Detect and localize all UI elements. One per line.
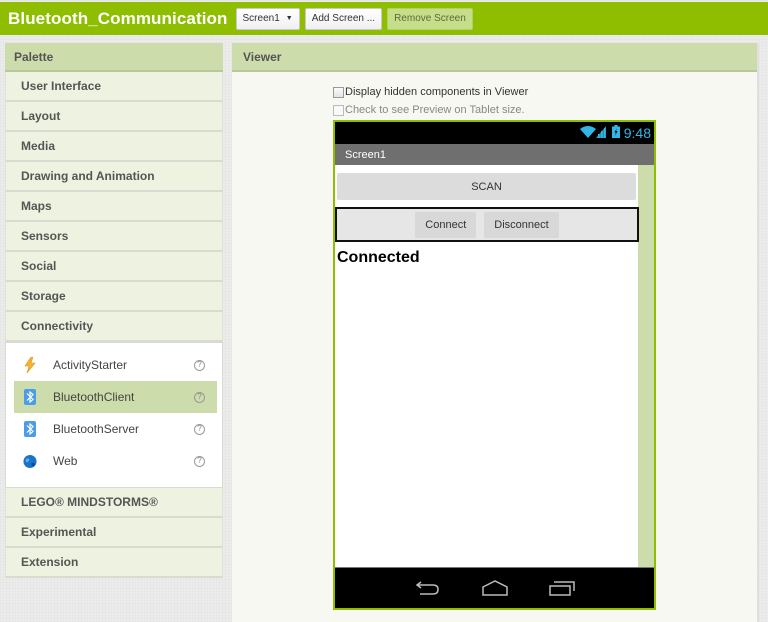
phone-preview: 9:48 Screen1 SCAN Connect Disconnect Con…: [333, 120, 656, 610]
home-icon: [481, 580, 509, 596]
component-label: BluetoothClient: [53, 390, 135, 404]
help-icon[interactable]: ?: [194, 391, 205, 403]
palette-category-maps[interactable]: Maps: [5, 192, 223, 222]
scan-button[interactable]: SCAN: [337, 173, 636, 200]
connection-status-label[interactable]: Connected: [337, 249, 420, 267]
component-bluetoothserver[interactable]: BluetoothServer ?: [14, 413, 217, 445]
lightning-icon: [23, 357, 37, 373]
status-time: 9:48: [623, 125, 651, 141]
help-icon[interactable]: ?: [194, 455, 205, 467]
recent-apps-icon: [548, 580, 575, 596]
palette-category-user-interface[interactable]: User Interface: [5, 72, 223, 102]
palette-panel: Palette User Interface Layout Media Draw…: [5, 43, 223, 578]
viewer-header: Viewer: [232, 43, 757, 72]
display-hidden-checkbox[interactable]: [333, 86, 344, 98]
palette-category-social[interactable]: Social: [5, 252, 223, 282]
palette-category-connectivity[interactable]: Connectivity: [5, 312, 223, 342]
palette-category-lego-mindstorms[interactable]: LEGO® MINDSTORMS®: [5, 488, 223, 518]
bluetooth-icon: [23, 421, 37, 437]
phone-status-bar: 9:48: [335, 122, 654, 144]
tablet-preview-label: Check to see Preview on Tablet size.: [345, 104, 525, 116]
globe-icon: [23, 453, 37, 469]
top-toolbar: Bluetooth_Communication Screen1 ▼ Add Sc…: [0, 2, 768, 35]
screen-title-bar: Screen1: [335, 144, 654, 165]
help-icon[interactable]: ?: [194, 423, 205, 435]
component-web[interactable]: Web ?: [14, 445, 217, 477]
phone-screen: SCAN Connect Disconnect Connected: [335, 165, 654, 567]
palette-category-sensors[interactable]: Sensors: [5, 222, 223, 252]
component-bluetoothclient[interactable]: BluetoothClient ?: [14, 381, 217, 413]
phone-nav-bar: [335, 567, 654, 608]
add-screen-button[interactable]: Add Screen ...: [304, 7, 383, 30]
screen-selector-dropdown[interactable]: Screen1 ▼: [235, 7, 300, 30]
wifi-icon: [579, 125, 596, 141]
signal-icon: [595, 125, 606, 141]
remove-screen-button[interactable]: Remove Screen: [387, 7, 473, 30]
caret-down-icon: ▼: [285, 14, 293, 22]
disconnect-button[interactable]: Disconnect: [484, 211, 559, 238]
tablet-preview-row: Check to see Preview on Tablet size.: [333, 104, 525, 116]
palette-category-layout[interactable]: Layout: [5, 102, 223, 132]
horizontal-arrangement[interactable]: Connect Disconnect: [335, 207, 639, 242]
display-hidden-row: Display hidden components in Viewer: [333, 86, 528, 98]
help-icon[interactable]: ?: [194, 359, 205, 371]
tablet-preview-checkbox[interactable]: [333, 104, 344, 116]
component-label: Web: [53, 454, 78, 468]
palette-category-experimental[interactable]: Experimental: [5, 518, 223, 548]
palette-category-media[interactable]: Media: [5, 132, 223, 162]
bluetooth-icon: [23, 389, 37, 405]
connect-button[interactable]: Connect: [415, 211, 477, 238]
screen-scroll-strip: [638, 165, 654, 567]
connectivity-component-list: ActivityStarter ? BluetoothClient ? Blue…: [5, 342, 223, 488]
battery-icon: [611, 125, 620, 141]
component-activitystarter[interactable]: ActivityStarter ?: [14, 349, 217, 381]
component-label: ActivityStarter: [53, 358, 128, 372]
component-label: BluetoothServer: [53, 422, 140, 436]
back-icon: [415, 580, 441, 596]
palette-category-extension[interactable]: Extension: [5, 548, 223, 578]
display-hidden-label: Display hidden components in Viewer: [345, 86, 529, 98]
screen-selector-label: Screen1: [242, 12, 280, 24]
viewer-panel: Viewer Display hidden components in View…: [232, 43, 759, 622]
palette-header: Palette: [5, 43, 223, 72]
palette-category-drawing-and-animation[interactable]: Drawing and Animation: [5, 162, 223, 192]
project-title: Bluetooth_Communication: [8, 8, 228, 28]
palette-category-storage[interactable]: Storage: [5, 282, 223, 312]
